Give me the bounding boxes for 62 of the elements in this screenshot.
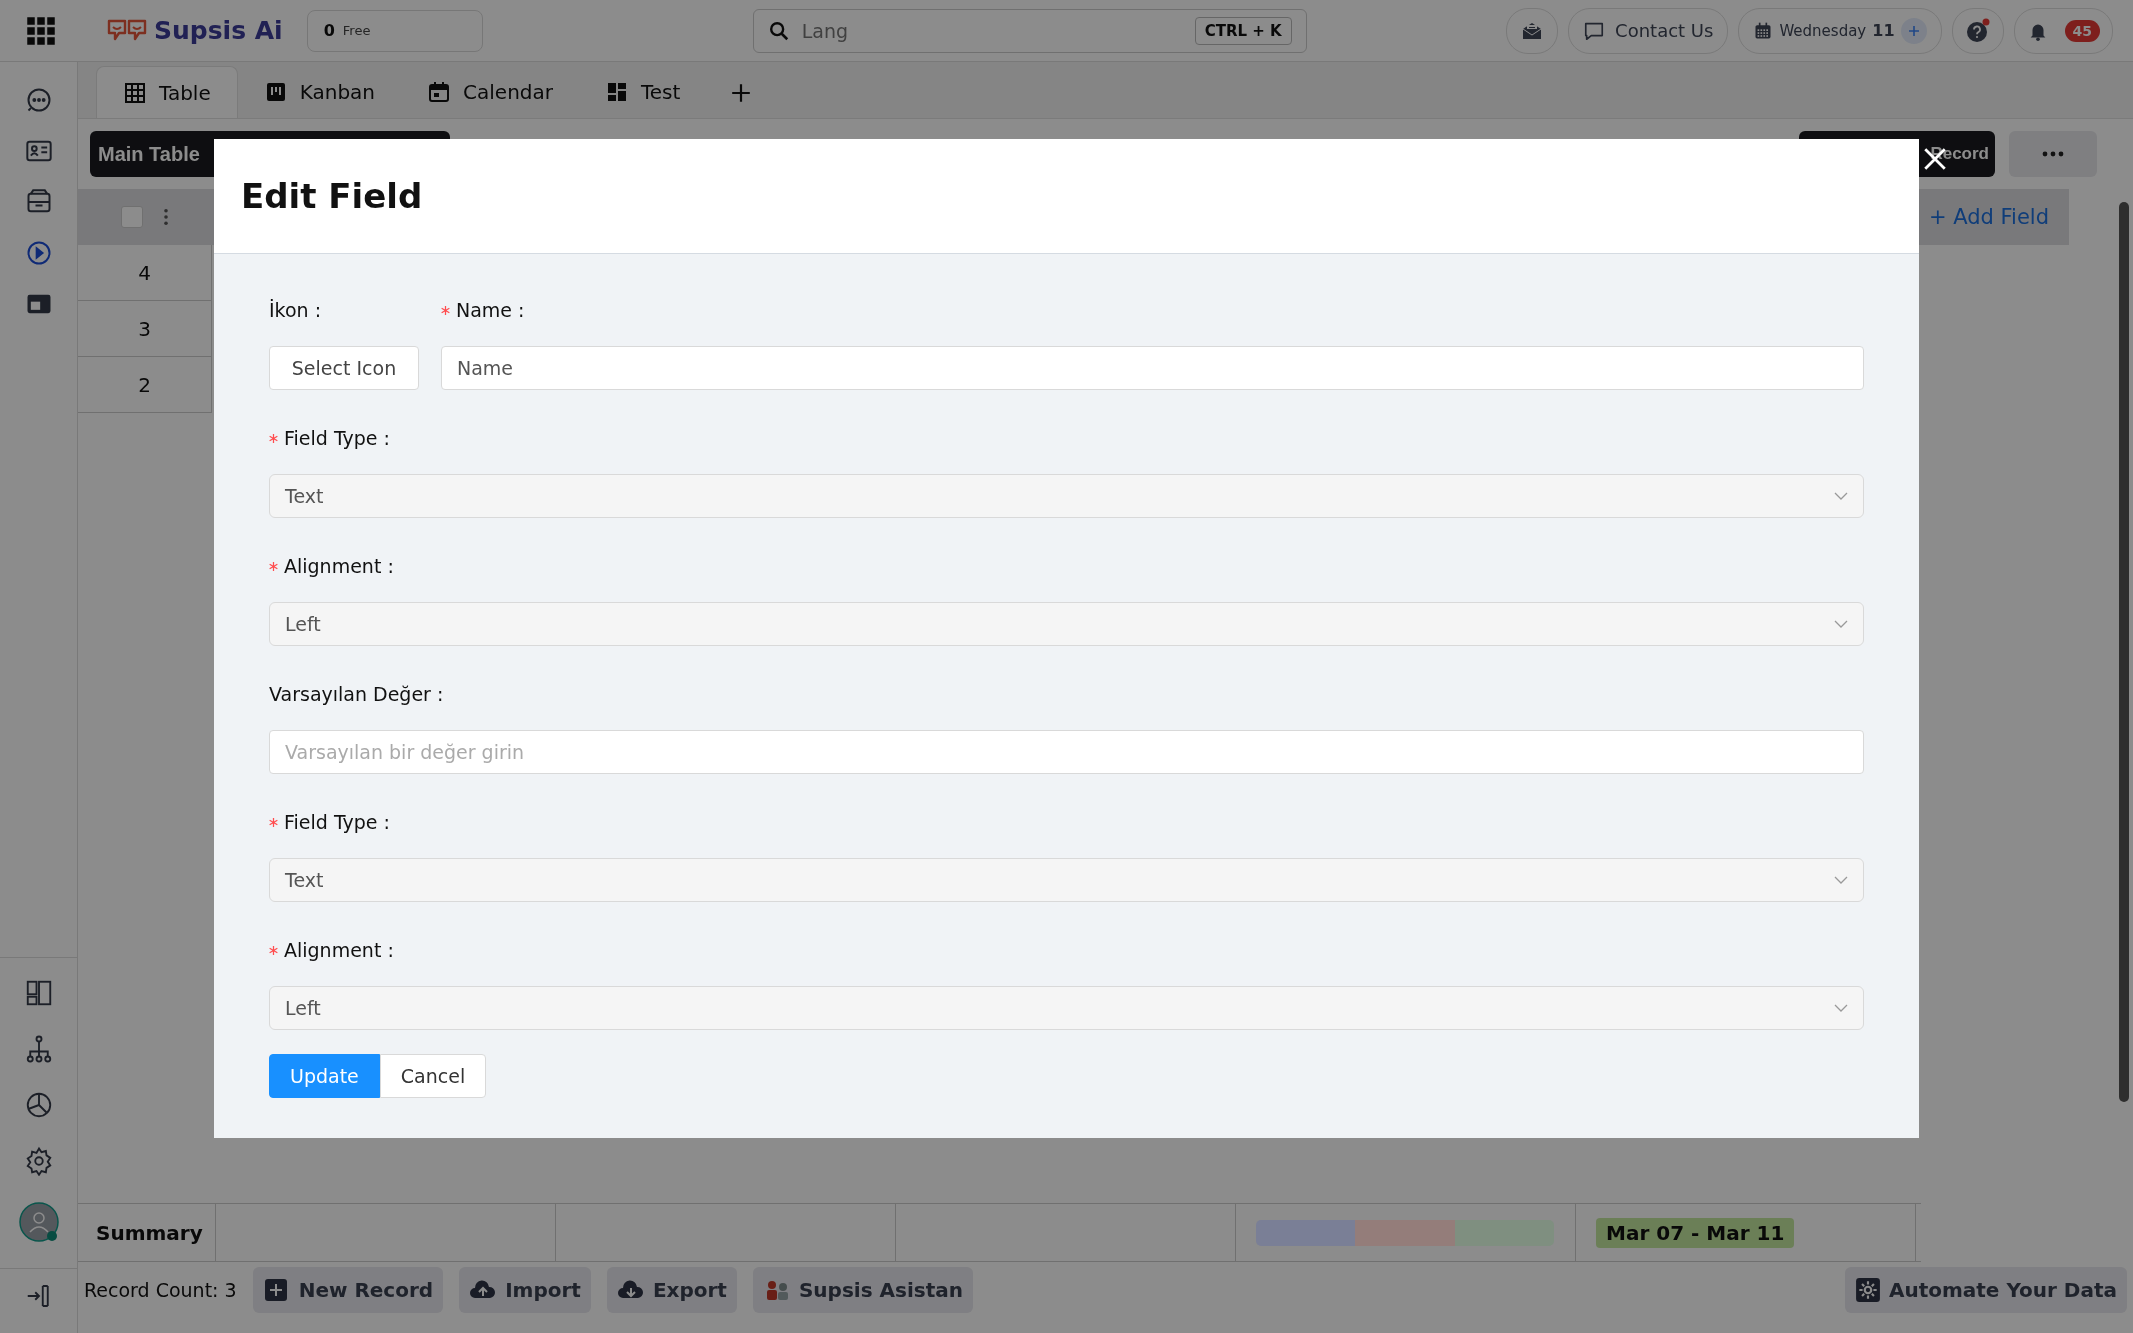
select-field[interactable]: Left	[269, 602, 1864, 646]
search-input[interactable]: Lang	[799, 18, 1185, 43]
user-avatar[interactable]	[18, 1202, 59, 1242]
field-label: İkon :	[269, 298, 323, 323]
select-all-checkbox[interactable]	[121, 206, 143, 228]
field-label: Name :	[456, 299, 525, 321]
search-field[interactable]: Lang CTRL + K	[752, 8, 1307, 53]
dialog-title: Edit Field	[241, 176, 423, 216]
field-label: Alignment :	[284, 555, 394, 577]
select-field[interactable]: Text	[269, 474, 1864, 518]
gear-icon	[1854, 1277, 1881, 1303]
row-number: 2	[138, 372, 151, 397]
automate-button[interactable]: Automate Your Data	[1844, 1267, 2127, 1313]
table-icon	[123, 80, 147, 105]
field-label: Field Type :	[284, 427, 390, 449]
chevron-down-icon	[1834, 492, 1848, 500]
apps-grid-icon[interactable]	[26, 15, 56, 46]
grid-icon	[605, 80, 629, 104]
scrollbar[interactable]	[2119, 202, 2129, 1102]
record-count: Record Count: 3	[84, 1279, 237, 1301]
toolbar-button[interactable]: New Record	[252, 1267, 444, 1313]
chevron-down-icon	[1834, 620, 1848, 628]
toolbar-button[interactable]: Export	[606, 1267, 737, 1313]
default-value-input[interactable]: Varsayılan bir değer girin	[269, 730, 1864, 774]
date-display[interactable]: Wednesday 11	[1738, 7, 1942, 54]
date-range-badge: Mar 07 - Mar 11	[1596, 1217, 1795, 1248]
add-tab-icon[interactable]	[730, 82, 753, 104]
calendar-icon	[427, 80, 452, 104]
select-field[interactable]: Left	[269, 986, 1864, 1030]
credits-badge[interactable]: 0 Free	[306, 9, 483, 52]
more-icon	[2041, 150, 2065, 158]
view-tab[interactable]: Calendar	[401, 66, 579, 118]
mail-button[interactable]	[1506, 7, 1559, 54]
field-label: Alignment :	[284, 939, 394, 961]
field-label: Field Type :	[284, 811, 390, 833]
day-number: 11	[1872, 21, 1895, 40]
view-tab[interactable]: Test	[579, 66, 707, 118]
summary-label: Summary	[78, 1204, 216, 1261]
shortcut-key: CTRL + K	[1194, 16, 1292, 45]
contact-button[interactable]: Contact Us	[1568, 7, 1729, 54]
update-button[interactable]: Update	[269, 1054, 380, 1098]
view-tab[interactable]: Kanban	[237, 66, 402, 118]
chevron-down-icon	[1834, 1004, 1848, 1012]
notifications-button[interactable]: 45	[2013, 7, 2113, 54]
weekday-label: Wednesday	[1779, 21, 1867, 40]
toolbar-button[interactable]: Import	[459, 1267, 591, 1313]
row-number: 3	[138, 316, 151, 341]
name-input[interactable]: Name	[441, 346, 1864, 390]
row-number: 4	[138, 260, 151, 285]
notification-count: 45	[2064, 19, 2100, 42]
search-icon	[767, 19, 790, 42]
field-label: Varsayılan Değer :	[269, 683, 444, 705]
view-tab[interactable]: Table	[96, 66, 238, 118]
help-button[interactable]	[1951, 7, 2004, 54]
kebab-icon[interactable]	[163, 208, 169, 226]
cancel-button[interactable]: Cancel	[379, 1054, 487, 1098]
select-field[interactable]: Text	[269, 858, 1864, 902]
calendar-icon	[1753, 20, 1774, 41]
select-icon-button[interactable]: Select Icon	[269, 346, 419, 390]
chevron-down-icon	[1834, 876, 1848, 884]
toolbar-button[interactable]: Supsis Asistan	[752, 1267, 973, 1313]
brand-name: Supsis Ai	[154, 16, 283, 45]
